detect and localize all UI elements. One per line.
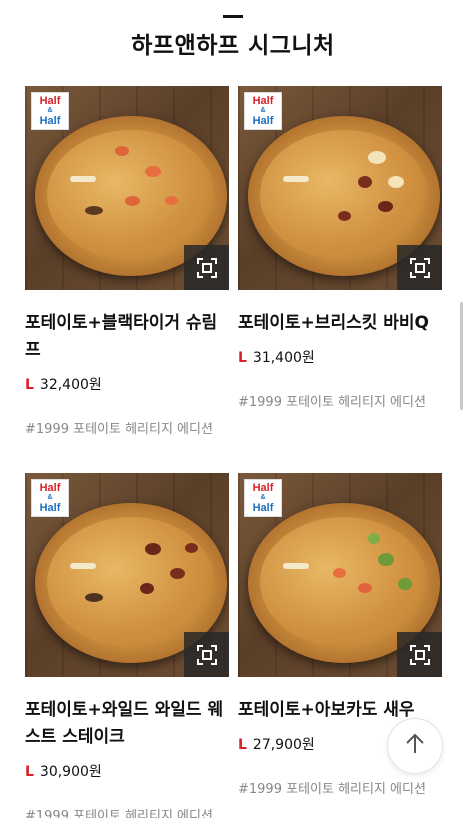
product-image[interactable]: Half & Half [238,473,442,677]
scroll-to-top-button[interactable] [387,718,443,774]
size-label: L [25,377,34,393]
size-label: L [238,737,247,753]
price-value: 30,900원 [39,764,102,780]
size-label: L [238,350,247,366]
arrow-up-icon [402,731,428,761]
product-name[interactable]: 포테이토+브리스킷 바비Q [238,310,442,337]
product-tag: #1999 포테이토 헤리티지 에디션 [25,422,213,437]
half-and-half-logo: Half & Half [31,92,69,130]
expand-icon[interactable] [184,632,229,677]
product-tag: #1999 포테이토 헤리티지 에디션 [25,809,213,818]
scrollbar[interactable] [460,302,463,410]
half-and-half-logo: Half & Half [31,479,69,517]
title-accent-bar [223,15,243,18]
expand-icon[interactable] [184,245,229,290]
product-price: L 30,900원 [25,761,229,781]
expand-icon[interactable] [397,245,442,290]
size-label: L [25,764,34,780]
product-price: L 32,400원 [25,374,229,394]
product-tag: #1999 포테이토 헤리티지 에디션 [238,395,426,410]
product-card[interactable]: Half & Half 포테이토+블랙타이거 슈림프 L 32,400원 #1999 … [25,86,229,437]
product-image[interactable]: Half & Half [25,86,229,290]
price-value: 31,400원 [252,350,315,366]
product-tag: #1999 포테이토 헤리티지 에디션 [238,782,426,797]
product-name[interactable]: 포테이토+블랙타이거 슈림프 [25,310,229,364]
price-value: 32,400원 [39,377,102,393]
product-image[interactable]: Half & Half [238,86,442,290]
section-title: 하프앤하프 시그니처 [131,33,335,59]
expand-icon[interactable] [397,632,442,677]
half-and-half-logo: Half & Half [244,92,282,130]
product-image[interactable]: Half & Half [25,473,229,677]
product-card[interactable]: Half & Half 포테이토+와일드 와일드 웨스트 스테이크 L 30,900원… [25,473,229,818]
half-and-half-logo: Half & Half [244,479,282,517]
product-card[interactable]: Half & Half 포테이토+브리스킷 바비Q L 31,400원 #1999 포… [238,86,442,410]
product-name[interactable]: 포테이토+와일드 와일드 웨스트 스테이크 [25,697,229,751]
product-price: L 31,400원 [238,347,442,367]
price-value: 27,900원 [252,737,315,753]
